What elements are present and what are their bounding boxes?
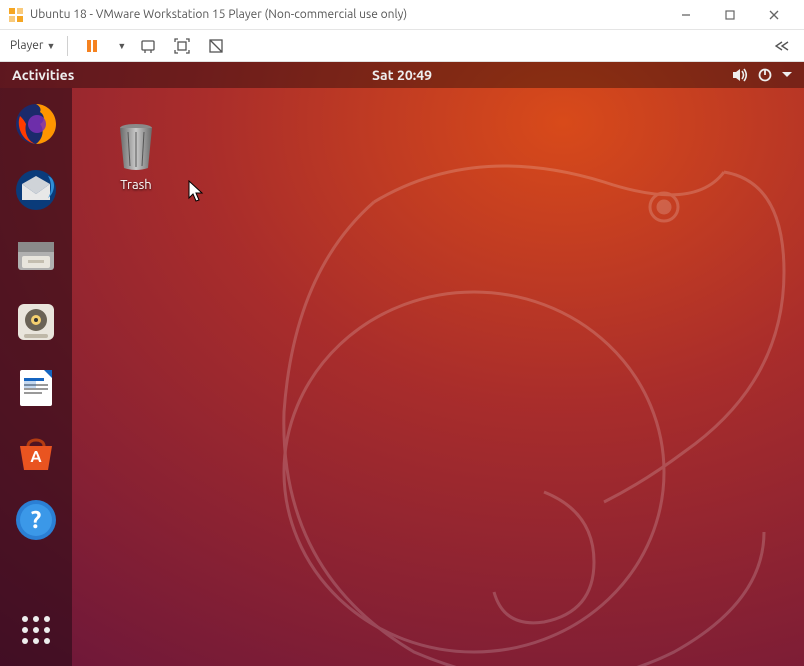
desktop-icon-label: Trash — [96, 178, 176, 192]
dock-app-ubuntu-software[interactable]: A — [12, 430, 60, 478]
vmware-logo-icon — [8, 7, 24, 23]
svg-text:A: A — [30, 448, 42, 466]
chevron-down-icon: ▼ — [46, 41, 55, 51]
dock-app-help[interactable]: ? — [12, 496, 60, 544]
mouse-cursor-icon — [188, 180, 204, 204]
player-menu[interactable]: Player ▼ — [10, 34, 55, 58]
desktop-icon-trash[interactable]: Trash — [96, 118, 176, 192]
pause-button[interactable] — [80, 34, 104, 58]
maximize-button[interactable] — [708, 0, 752, 30]
close-button[interactable] — [752, 0, 796, 30]
apps-grid-icon — [22, 616, 50, 644]
trash-icon — [108, 118, 164, 174]
toolbar-divider — [67, 36, 68, 56]
system-status-area[interactable] — [732, 68, 792, 82]
gnome-topbar: Activities Sat 20:49 — [0, 62, 804, 88]
dock-app-firefox[interactable] — [12, 100, 60, 148]
dock-app-files[interactable] — [12, 232, 60, 280]
send-ctrl-alt-del-button[interactable] — [136, 34, 160, 58]
minimize-button[interactable] — [664, 0, 708, 30]
svg-text:?: ? — [31, 506, 42, 533]
show-applications-button[interactable] — [12, 606, 60, 654]
collapse-toolbar-button[interactable] — [770, 34, 794, 58]
chevron-down-icon[interactable]: ▼ — [117, 41, 126, 51]
dock-app-libreoffice-writer[interactable] — [12, 364, 60, 412]
guest-vm-display[interactable]: Activities Sat 20:49 — [0, 62, 804, 666]
wallpaper-beaver-icon — [224, 152, 804, 666]
dock: A ? — [0, 88, 72, 666]
window-title: Ubuntu 18 - VMware Workstation 15 Player… — [30, 8, 664, 21]
vmware-toolbar: Player ▼ ▼ — [0, 30, 804, 62]
dock-app-rhythmbox[interactable] — [12, 298, 60, 346]
volume-icon — [732, 68, 748, 82]
power-icon — [758, 68, 772, 82]
fullscreen-button[interactable] — [170, 34, 194, 58]
player-menu-label: Player — [10, 39, 43, 52]
activities-button[interactable]: Activities — [12, 67, 74, 83]
unity-mode-button[interactable] — [204, 34, 228, 58]
chevron-down-icon — [782, 71, 792, 79]
dock-app-thunderbird[interactable] — [12, 166, 60, 214]
clock[interactable]: Sat 20:49 — [372, 67, 432, 83]
vmware-titlebar: Ubuntu 18 - VMware Workstation 15 Player… — [0, 0, 804, 30]
